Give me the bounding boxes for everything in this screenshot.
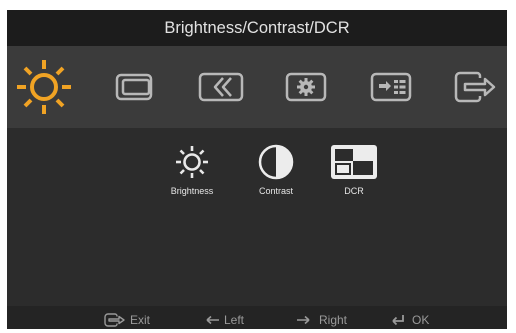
tab-options[interactable] — [275, 46, 337, 128]
menu-title: Brightness/Contrast/DCR — [7, 10, 507, 46]
ok-hint[interactable]: OK — [391, 306, 429, 329]
exit-icon — [104, 313, 125, 327]
left-hint[interactable]: Left — [206, 306, 244, 329]
arrow-left-icon — [206, 315, 219, 324]
submenu-item-contrast[interactable]: Contrast — [236, 144, 316, 196]
left-label: Left — [224, 312, 245, 327]
main-tab-bar — [7, 46, 507, 128]
tab-image-position[interactable] — [104, 46, 166, 128]
dcr-icon — [331, 145, 377, 179]
brightness-sun-icon — [17, 60, 71, 114]
tab-brightness[interactable] — [13, 46, 75, 128]
image-setup-icon — [198, 72, 244, 102]
enter-icon — [392, 314, 404, 325]
arrow-right-icon — [297, 315, 310, 324]
image-position-icon — [115, 73, 153, 101]
submenu-item-dcr[interactable]: DCR — [314, 144, 394, 196]
ok-label: OK — [412, 312, 430, 327]
right-hint[interactable]: Right — [296, 306, 347, 329]
osd-menu: Brightness/Contrast/DCR Brightness Contr… — [7, 10, 507, 329]
exit-hint[interactable]: Exit — [104, 306, 150, 329]
submenu-item-brightness[interactable]: Brightness — [152, 144, 232, 196]
tab-image-setup[interactable] — [190, 46, 252, 128]
submenu-item-label: DCR — [344, 186, 364, 196]
contrast-icon — [258, 144, 294, 180]
options-gear-icon — [285, 72, 327, 102]
exit-label: Exit — [130, 312, 151, 327]
right-label: Right — [319, 312, 348, 327]
input-signal-list-icon — [370, 72, 412, 102]
tab-input-signal[interactable] — [360, 46, 422, 128]
brightness-sun-icon — [176, 146, 208, 178]
footer-hints: Exit Left Right OK — [7, 306, 507, 329]
submenu-item-label: Brightness — [170, 186, 214, 196]
submenu-panel: Brightness Contrast DCR — [7, 128, 507, 306]
submenu-item-label: Contrast — [258, 186, 293, 196]
tab-exit[interactable] — [445, 46, 507, 128]
exit-icon — [454, 71, 496, 103]
